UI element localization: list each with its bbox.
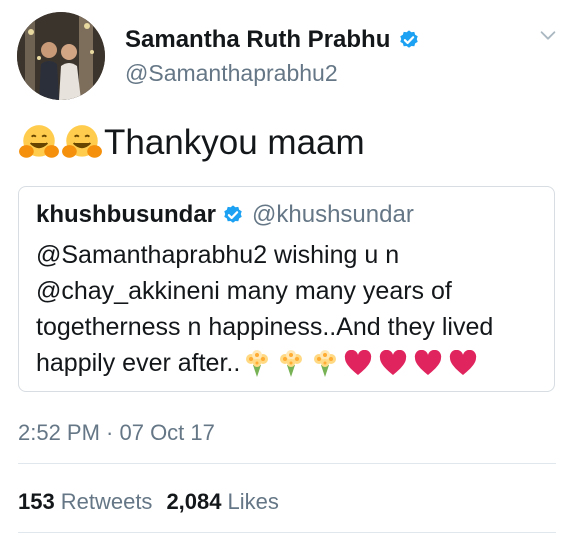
divider	[18, 463, 556, 464]
avatar[interactable]	[17, 12, 105, 100]
quoted-text-line: @Samanthaprabhu2 wishing u n	[36, 241, 400, 269]
likes-label[interactable]: Likes	[228, 489, 279, 515]
heart-emoji-icon	[450, 350, 477, 375]
heart-emoji-icon	[345, 350, 372, 375]
quoted-tweet-text: @Samanthaprabhu2 wishing u n @chay_akkin…	[36, 237, 546, 381]
tweet-text: Thankyou maam	[18, 122, 365, 164]
quoted-emoji-row	[242, 348, 484, 378]
chevron-down-icon[interactable]	[537, 24, 559, 46]
bouquet-emoji-icon	[246, 350, 269, 377]
quoted-author-handle: @khushsundar	[252, 201, 414, 228]
author-handle[interactable]: @Samanthaprabhu2	[125, 60, 338, 87]
verified-badge-icon	[224, 205, 242, 223]
likes-count[interactable]: 2,084	[166, 489, 221, 515]
quoted-text-line-last: happily ever after..	[36, 345, 546, 381]
hugging-face-emoji-icon	[19, 125, 59, 158]
quoted-tweet-card[interactable]: khushbusundar @khushsundar @Samanthaprab…	[18, 186, 555, 392]
retweets-label[interactable]: Retweets	[61, 489, 153, 515]
bouquet-emoji-icon	[280, 350, 303, 377]
quoted-text-line: happily ever after..	[36, 349, 241, 377]
tweet-text-body: Thankyou maam	[104, 123, 365, 162]
author-name-row[interactable]: Samantha Ruth Prabhu	[125, 26, 420, 54]
verified-badge-icon	[400, 30, 419, 48]
tweet-stats: 153 Retweets 2,084 Likes	[18, 489, 293, 515]
retweets-count[interactable]: 153	[18, 489, 55, 515]
quoted-author-name: khushbusundar	[36, 201, 217, 228]
heart-emoji-icon	[415, 350, 442, 375]
hugging-face-emoji-icon	[62, 125, 102, 158]
quoted-text-line: @chay_akkineni many many years of	[36, 277, 452, 305]
bouquet-emoji-icon	[314, 350, 337, 377]
avatar-photo	[17, 12, 105, 100]
quoted-tweet-header: khushbusundar @khushsundar	[36, 201, 414, 229]
tweet-timestamp[interactable]: 2:52 PM · 07 Oct 17	[18, 420, 215, 446]
author-display-name[interactable]: Samantha Ruth Prabhu	[125, 26, 390, 54]
heart-emoji-icon	[380, 350, 407, 375]
quoted-text-line: togetherness n happiness..And they lived	[36, 313, 494, 341]
